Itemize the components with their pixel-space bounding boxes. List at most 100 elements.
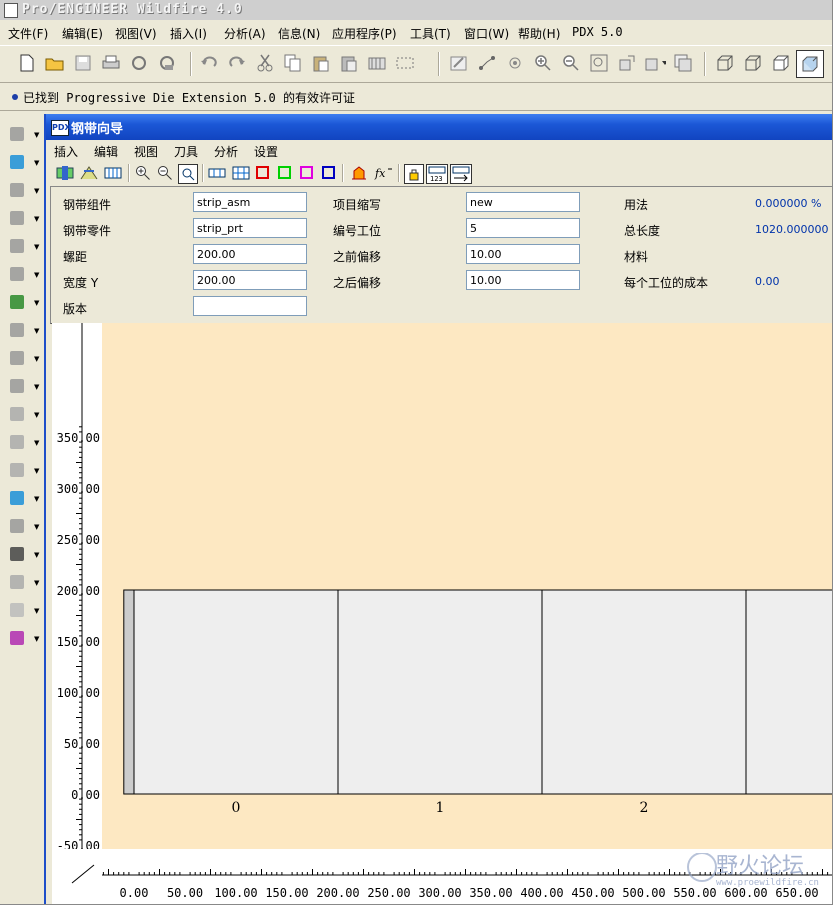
cut-icon[interactable] [254, 52, 276, 74]
toolbar-separator [438, 52, 440, 76]
version-input[interactable] [193, 296, 307, 316]
insert-station-icon[interactable] [56, 164, 74, 182]
dialog-menu-settings[interactable]: 设置 [254, 143, 278, 160]
guide-icon[interactable]: ▼ [6, 235, 39, 257]
menu-info[interactable]: 信息(N) [278, 25, 320, 42]
redo-icon[interactable] [226, 52, 248, 74]
screw-icon[interactable]: ▼ [6, 319, 39, 341]
drawing-icon[interactable]: ▼ [6, 543, 39, 565]
strip-prt-input[interactable] [193, 218, 307, 238]
display-icon[interactable]: ▼ [6, 515, 39, 537]
dialog-menu-tools[interactable]: 刀具 [174, 143, 198, 160]
zoom-out-icon[interactable] [560, 52, 582, 74]
strip-layout-icon[interactable] [80, 164, 98, 182]
print-setup-icon[interactable]: ▼ [6, 571, 39, 593]
select-box-icon[interactable] [396, 52, 418, 74]
menu-analysis[interactable]: 分析(A) [224, 25, 266, 42]
refit-icon[interactable] [588, 52, 610, 74]
hidden-line-icon[interactable] [742, 52, 764, 74]
strip-station-icon[interactable]: ▼ [6, 487, 39, 509]
dialog-menu-view[interactable]: 视图 [134, 143, 158, 160]
lock-icon[interactable] [404, 164, 424, 184]
strip-view-icon[interactable] [104, 164, 122, 182]
paste-special-icon[interactable] [338, 52, 360, 74]
tool-edit-icon[interactable]: ▼ [6, 403, 39, 425]
menu-pdx[interactable]: PDX 5.0 [572, 25, 623, 39]
dialog-menu-edit[interactable]: 编辑 [94, 143, 118, 160]
datum-point-icon[interactable] [476, 52, 498, 74]
spin-center-icon[interactable] [504, 52, 526, 74]
dialog-zoom-out-icon[interactable] [156, 164, 174, 182]
save-icon[interactable] [72, 52, 94, 74]
pitch-input[interactable] [193, 244, 307, 264]
print-icon[interactable] [100, 52, 122, 74]
sketch-icon[interactable] [448, 52, 470, 74]
blue-square-icon[interactable] [320, 164, 338, 182]
regenerate-icon[interactable] [366, 52, 388, 74]
strip-prt-label: 钢带零件 [63, 224, 112, 238]
assembly-icon[interactable]: ▼ [6, 599, 39, 621]
strip-direction-icon[interactable] [450, 164, 472, 184]
strip-icon[interactable]: ▼ [6, 151, 39, 173]
menu-tools[interactable]: 工具(T) [410, 25, 451, 42]
plate-icon[interactable]: ▼ [6, 459, 39, 481]
library-icon[interactable]: ▼ [6, 627, 39, 649]
menu-window[interactable]: 窗口(W) [464, 25, 509, 42]
reorient-icon[interactable] [616, 52, 638, 74]
green-square-icon[interactable] [276, 164, 294, 182]
menu-help[interactable]: 帮助(H) [518, 25, 560, 42]
menu-applications[interactable]: 应用程序(P) [332, 25, 397, 42]
red-square-icon[interactable] [254, 164, 272, 182]
dialog-zoom-in-icon[interactable] [134, 164, 152, 182]
saved-views-icon[interactable] [644, 52, 666, 74]
offset-before-input[interactable] [466, 244, 580, 264]
license-message: 已找到 Progressive Die Extension 5.0 的有效许可证 [23, 91, 355, 105]
menu-insert[interactable]: 插入(I) [170, 25, 207, 42]
feature-tool-icon[interactable] [350, 164, 368, 182]
wireframe-icon[interactable] [714, 52, 736, 74]
abbr-input[interactable] [466, 192, 580, 212]
stripper-icon[interactable]: ▼ [6, 263, 39, 285]
open-folder-icon[interactable] [44, 52, 66, 74]
no-hidden-icon[interactable] [770, 52, 792, 74]
x-axis-tick-label: 50.00 [167, 886, 203, 900]
strip-layout-area[interactable]: 0 1 2 [102, 323, 832, 849]
dialog-menu-analysis[interactable]: 分析 [214, 143, 238, 160]
y-axis-tick-label: 0.00 [71, 788, 100, 802]
numbering-icon[interactable]: ▼ [6, 347, 39, 369]
single-station-icon[interactable] [208, 164, 226, 182]
pilot-icon[interactable]: ▼ [6, 207, 39, 229]
strip-offset-before [123, 589, 135, 795]
menu-file[interactable]: 文件(F) [8, 25, 48, 42]
menu-view[interactable]: 视图(V) [115, 25, 157, 42]
offset-after-input[interactable] [466, 270, 580, 290]
dialog-refit-icon[interactable] [178, 164, 198, 184]
y-axis-tick-label: 50.00 [64, 737, 100, 751]
menu-edit[interactable]: 编辑(E) [62, 25, 103, 42]
shading-icon[interactable] [796, 50, 824, 78]
mail-icon[interactable] [128, 52, 150, 74]
strip-asm-input[interactable] [193, 192, 307, 212]
width-input[interactable] [193, 270, 307, 290]
dialog-menu-insert[interactable]: 插入 [54, 143, 78, 160]
strip-canvas[interactable]: 350.00 300.00 250.00 200.00 150.00 100.00 50.0… [52, 323, 832, 853]
sketch-tool-icon[interactable]: ▼ [6, 431, 39, 453]
strip-station-0 [133, 589, 339, 795]
new-component-icon[interactable]: ▼ [6, 291, 39, 313]
mail-send-icon[interactable] [156, 52, 178, 74]
pin-icon[interactable]: ▼ [6, 375, 39, 397]
formula-fx-icon[interactable]: fx [374, 164, 392, 182]
zoom-in-icon[interactable] [532, 52, 554, 74]
new-file-icon[interactable] [16, 52, 38, 74]
station-numbering-icon[interactable]: 123 [426, 164, 448, 184]
station-count-input[interactable] [466, 218, 580, 238]
copy-icon[interactable] [282, 52, 304, 74]
die-set-icon[interactable]: ▼ [6, 123, 39, 145]
undo-icon[interactable] [198, 52, 220, 74]
punch-icon[interactable]: ▼ [6, 179, 39, 201]
layers-icon[interactable] [672, 52, 694, 74]
station-grid-icon[interactable] [232, 164, 250, 182]
paste-icon[interactable] [310, 52, 332, 74]
magenta-square-icon[interactable] [298, 164, 316, 182]
x-axis-tick-label: 300.00 [418, 886, 461, 900]
